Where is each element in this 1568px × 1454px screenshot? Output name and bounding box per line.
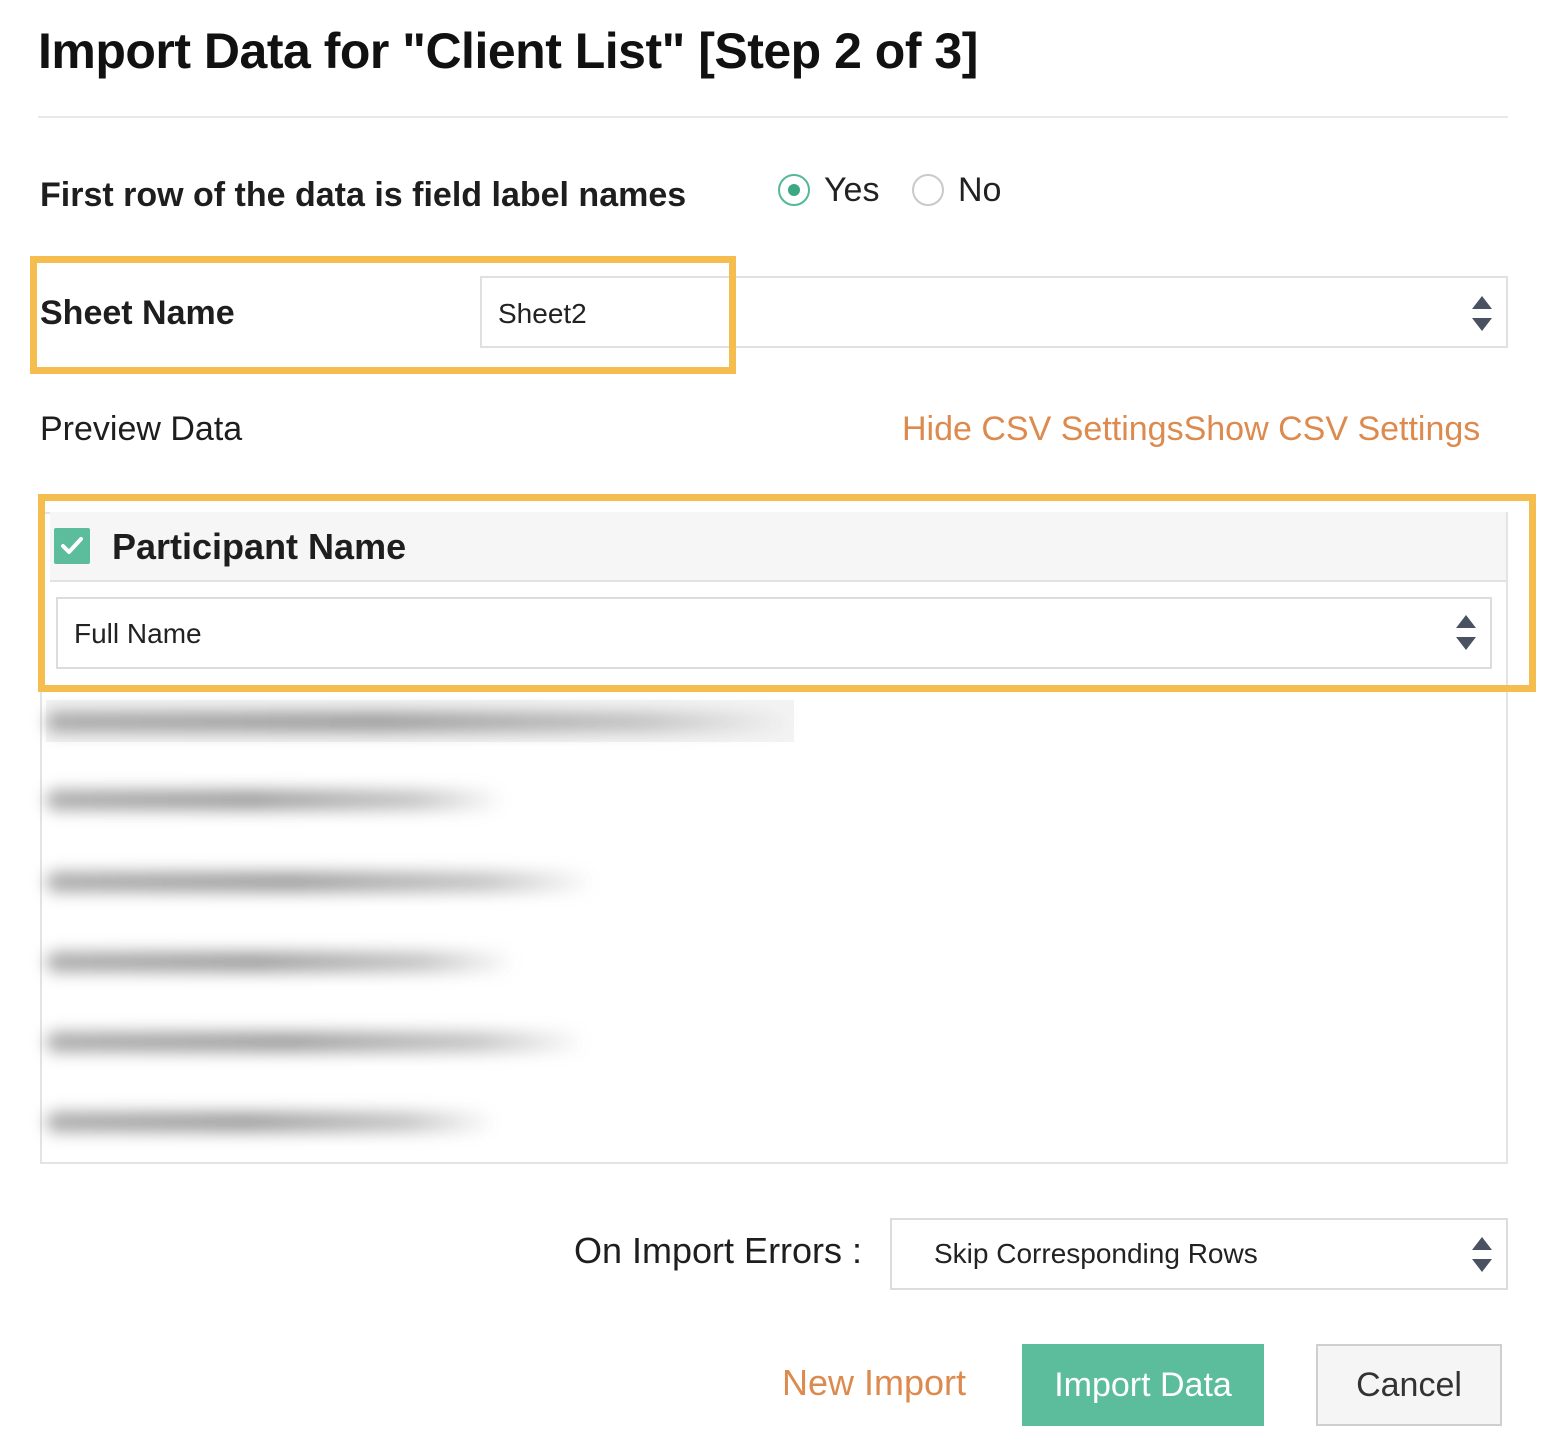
column-name: Participant Name xyxy=(112,526,407,567)
dialog-title: Import Data for "Client List" [Step 2 of… xyxy=(38,23,978,79)
title-divider xyxy=(38,116,1508,118)
blurred-row xyxy=(46,1112,496,1132)
blurred-row xyxy=(46,712,794,732)
csv-settings-links: Hide CSV SettingsShow CSV Settings xyxy=(902,410,1480,449)
checkmark-icon xyxy=(61,537,83,554)
sheet-name-select[interactable] xyxy=(480,276,1508,348)
import-data-button[interactable]: Import Data xyxy=(1022,1344,1264,1426)
import-errors-value: Skip Corresponding Rows xyxy=(934,1238,1258,1269)
blurred-row xyxy=(46,872,596,892)
first-row-label: First row of the data is field label nam… xyxy=(40,176,687,214)
radio-unchecked-icon xyxy=(912,174,944,206)
blurred-row xyxy=(46,1032,586,1052)
select-arrows-icon xyxy=(1455,613,1477,653)
column-checkbox[interactable] xyxy=(54,528,90,564)
sheet-name-label: Sheet Name xyxy=(40,294,235,332)
select-arrows-icon xyxy=(1471,1235,1493,1275)
sheet-name-value: Sheet2 xyxy=(498,298,587,329)
cancel-button[interactable]: Cancel xyxy=(1316,1344,1502,1426)
preview-data-label: Preview Data xyxy=(40,410,243,448)
field-mapping-select[interactable] xyxy=(56,597,1492,669)
blurred-row xyxy=(46,952,516,972)
import-errors-label: On Import Errors : xyxy=(574,1230,863,1271)
radio-yes-label: Yes xyxy=(824,170,880,209)
radio-checked-icon xyxy=(778,174,810,206)
field-mapping-value: Full Name xyxy=(74,618,202,649)
blurred-row xyxy=(46,790,506,810)
show-csv-settings-link[interactable]: Show CSV Settings xyxy=(1184,410,1481,448)
select-arrows-icon xyxy=(1471,294,1493,334)
radio-no-label: No xyxy=(958,170,1002,209)
new-import-link[interactable]: New Import xyxy=(782,1362,966,1404)
radio-no[interactable]: No xyxy=(912,170,1001,210)
hide-csv-settings-link[interactable]: Hide CSV Settings xyxy=(902,410,1184,448)
radio-yes[interactable]: Yes xyxy=(778,170,879,210)
